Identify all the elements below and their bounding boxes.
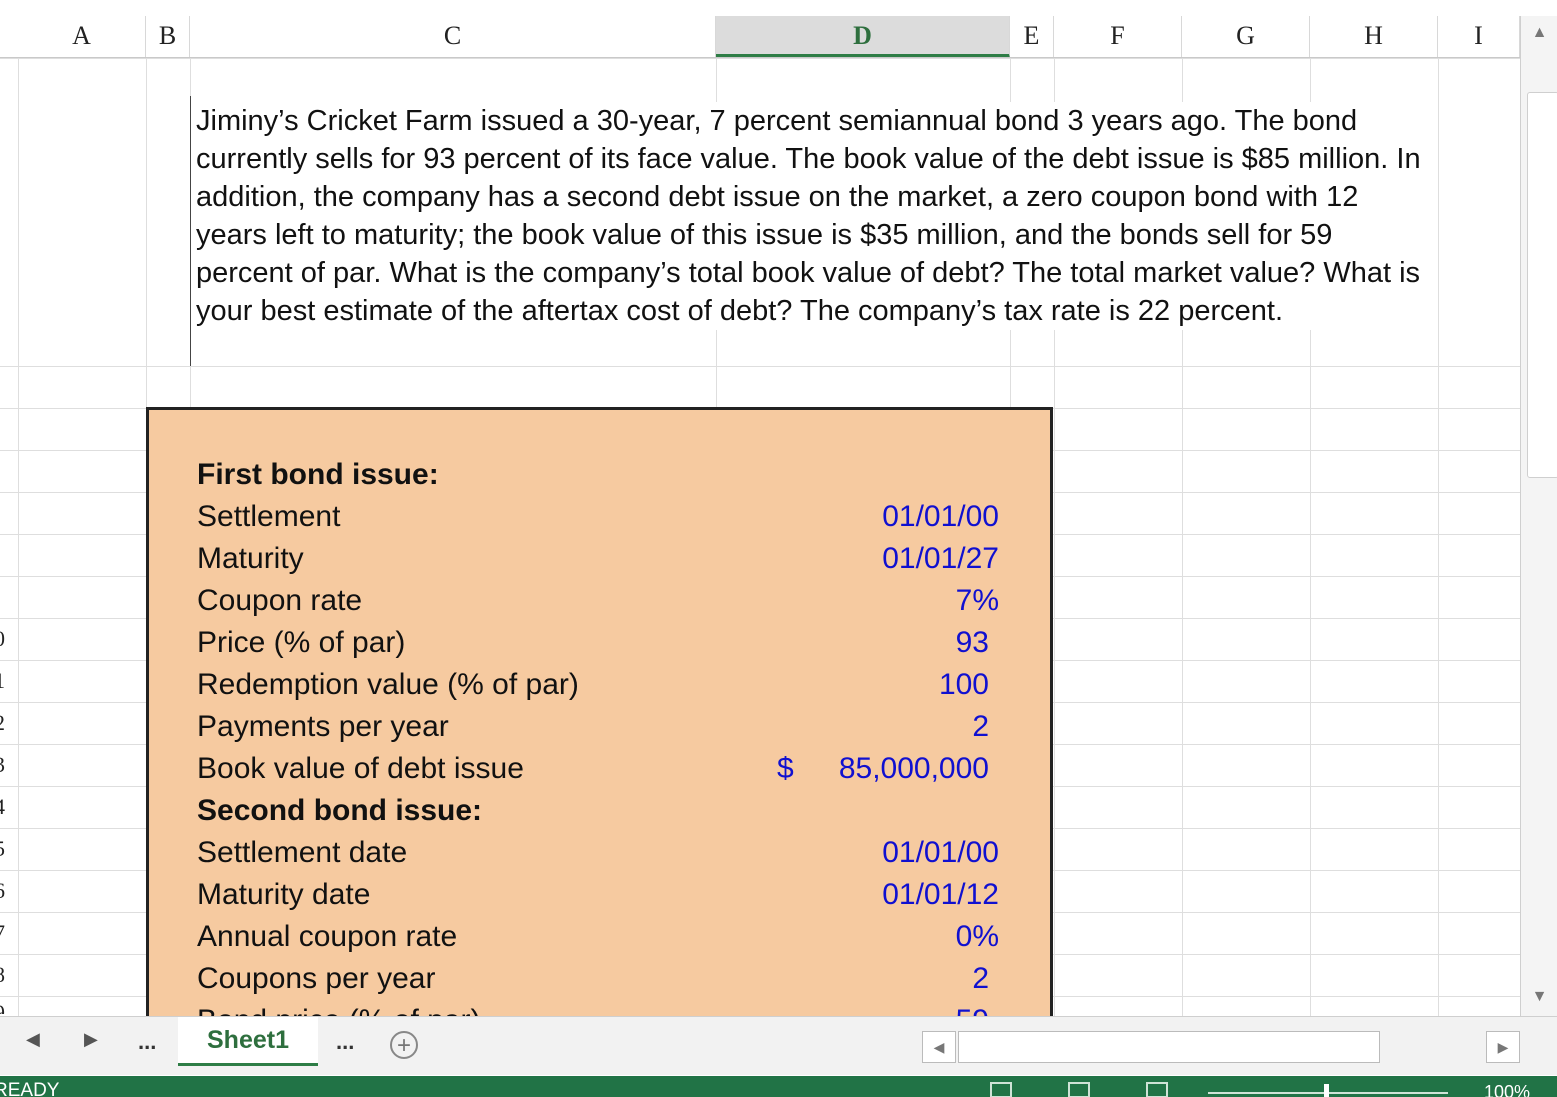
next-sheet-icon[interactable]: ▶ bbox=[84, 1029, 98, 1050]
status-bar: READY 100% bbox=[0, 1076, 1557, 1097]
coupon-rate-label: Coupon rate bbox=[197, 584, 363, 617]
row-number: 5 bbox=[0, 836, 8, 862]
coupon-rate-value[interactable]: 7% bbox=[956, 580, 999, 622]
maturity-date-row[interactable]: Maturity date 01/01/12 bbox=[197, 874, 1047, 916]
payments-row[interactable]: Payments per year 2 bbox=[197, 706, 1047, 748]
column-header-d[interactable]: D bbox=[716, 16, 1010, 58]
price-label: Price (% of par) bbox=[197, 626, 406, 659]
annual-coupon-label: Annual coupon rate bbox=[197, 920, 458, 953]
more-sheets-right-button[interactable]: ... bbox=[336, 1029, 354, 1055]
book-value-value[interactable]: 85,000,000 bbox=[839, 748, 989, 790]
column-header-i[interactable]: I bbox=[1438, 16, 1520, 58]
row-number: 1 bbox=[0, 668, 8, 694]
settlement-row[interactable]: Settlement 01/01/00 bbox=[197, 496, 1047, 538]
horizontal-scroll-thumb[interactable] bbox=[958, 1031, 1380, 1063]
more-sheets-left-button[interactable]: ... bbox=[138, 1029, 156, 1055]
price-value[interactable]: 93 bbox=[956, 622, 989, 664]
column-header-f[interactable]: F bbox=[1054, 16, 1182, 58]
question-text[interactable]: Jiminy’s Cricket Farm issued a 30-year, … bbox=[196, 102, 1436, 330]
scroll-right-icon[interactable]: ▶ bbox=[1486, 1031, 1520, 1063]
coupons-per-year-row[interactable]: Coupons per year 2 bbox=[197, 958, 1047, 1000]
column-header-g[interactable]: G bbox=[1182, 16, 1310, 58]
row-number: 6 bbox=[0, 878, 8, 904]
first-bond-heading: First bond issue: bbox=[197, 458, 439, 491]
grid-column-line bbox=[1438, 58, 1439, 1016]
row-number: 9 bbox=[0, 1000, 8, 1014]
second-bond-heading-row: Second bond issue: bbox=[197, 790, 1047, 832]
settlement-date-row[interactable]: Settlement date 01/01/00 bbox=[197, 832, 1047, 874]
scroll-left-icon[interactable]: ◀ bbox=[922, 1031, 956, 1063]
settlement-date-value[interactable]: 01/01/00 bbox=[882, 832, 999, 874]
redemption-row[interactable]: Redemption value (% of par) 100 bbox=[197, 664, 1047, 706]
column-header-h[interactable]: H bbox=[1310, 16, 1438, 58]
status-ready: READY bbox=[0, 1080, 60, 1097]
coupon-rate-row[interactable]: Coupon rate 7% bbox=[197, 580, 1047, 622]
second-bond-heading: Second bond issue: bbox=[197, 794, 483, 827]
settlement-label: Settlement bbox=[197, 500, 341, 533]
row-number: 2 bbox=[0, 710, 8, 736]
redemption-label: Redemption value (% of par) bbox=[197, 668, 579, 701]
annual-coupon-value[interactable]: 0% bbox=[956, 916, 999, 958]
question-cell-border bbox=[190, 96, 191, 366]
page-layout-view-icon[interactable] bbox=[1068, 1082, 1090, 1097]
scroll-up-icon[interactable]: ▲ bbox=[1521, 18, 1557, 48]
settlement-value[interactable]: 01/01/00 bbox=[882, 496, 999, 538]
column-header-c[interactable]: C bbox=[190, 16, 716, 58]
row-number: 7 bbox=[0, 920, 8, 946]
payments-label: Payments per year bbox=[197, 710, 449, 743]
payments-value[interactable]: 2 bbox=[972, 706, 989, 748]
row-number: 4 bbox=[0, 794, 8, 820]
page-break-view-icon[interactable] bbox=[1146, 1082, 1168, 1097]
maturity-date-label: Maturity date bbox=[197, 878, 371, 911]
book-value-row[interactable]: Book value of debt issue $ 85,000,000 bbox=[197, 748, 1047, 790]
grid-row-line bbox=[0, 366, 1520, 367]
column-header-e[interactable]: E bbox=[1010, 16, 1054, 58]
price-row[interactable]: Price (% of par) 93 bbox=[197, 622, 1047, 664]
sheet-tab-sheet1[interactable]: Sheet1 bbox=[178, 1017, 318, 1066]
grid-column-line bbox=[18, 58, 19, 1016]
coupons-per-year-value[interactable]: 2 bbox=[972, 958, 989, 1000]
coupons-per-year-label: Coupons per year bbox=[197, 962, 436, 995]
column-header-bar: A B C D E F G H I bbox=[0, 16, 1557, 58]
vertical-scrollbar[interactable]: ▲ ▼ bbox=[1520, 16, 1557, 1016]
column-header-a[interactable]: A bbox=[18, 16, 146, 58]
scroll-thumb[interactable] bbox=[1527, 92, 1557, 478]
maturity-date-value[interactable]: 01/01/12 bbox=[882, 874, 999, 916]
maturity-row[interactable]: Maturity 01/01/27 bbox=[197, 538, 1047, 580]
normal-view-icon[interactable] bbox=[990, 1082, 1012, 1097]
book-value-label: Book value of debt issue bbox=[197, 752, 524, 785]
maturity-label: Maturity bbox=[197, 542, 304, 575]
sheet-tab-bar: ◀ ▶ ... Sheet1 ... + ◀ ▶ bbox=[0, 1016, 1557, 1075]
first-bond-heading-row: First bond issue: bbox=[197, 454, 1047, 496]
input-area: First bond issue: Settlement 01/01/00 Ma… bbox=[146, 407, 1053, 1047]
prev-sheet-icon[interactable]: ◀ bbox=[26, 1029, 40, 1050]
row-number: 3 bbox=[0, 752, 8, 778]
add-sheet-icon[interactable]: + bbox=[390, 1031, 418, 1059]
row-number: 8 bbox=[0, 962, 8, 988]
column-header-b[interactable]: B bbox=[146, 16, 190, 58]
zoom-slider-knob[interactable] bbox=[1324, 1084, 1329, 1097]
currency-symbol: $ bbox=[777, 752, 794, 785]
maturity-value[interactable]: 01/01/27 bbox=[882, 538, 999, 580]
zoom-level[interactable]: 100% bbox=[1484, 1082, 1530, 1097]
row-number: 0 bbox=[0, 626, 8, 652]
annual-coupon-row[interactable]: Annual coupon rate 0% bbox=[197, 916, 1047, 958]
grid-row-line bbox=[0, 58, 1520, 59]
settlement-date-label: Settlement date bbox=[197, 836, 408, 869]
scroll-down-icon[interactable]: ▼ bbox=[1521, 982, 1557, 1012]
redemption-value[interactable]: 100 bbox=[939, 664, 989, 706]
